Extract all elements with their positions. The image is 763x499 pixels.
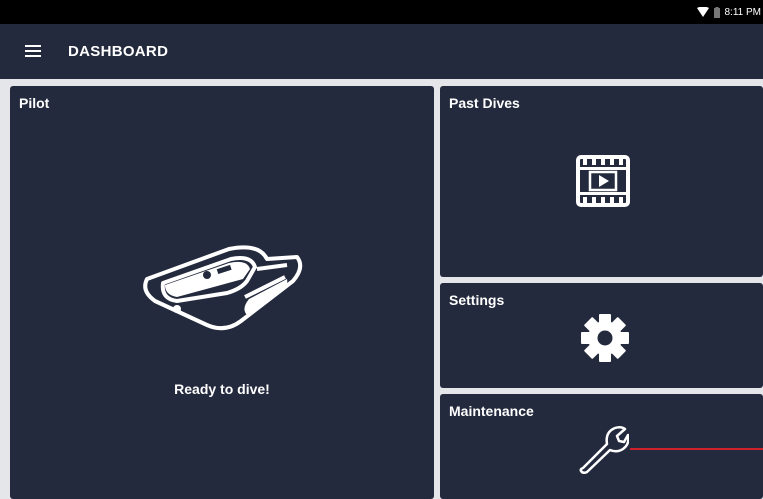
ready-status-text: Ready to dive! bbox=[174, 381, 270, 397]
hamburger-menu-icon bbox=[25, 45, 41, 57]
rov-drone-icon bbox=[143, 245, 303, 331]
wrench-icon bbox=[579, 425, 629, 474]
wifi-icon bbox=[696, 7, 709, 17]
pilot-card[interactable]: Pilot Ready to dive! bbox=[10, 86, 434, 499]
film-play-icon bbox=[576, 155, 630, 207]
status-time: 8:11 PM bbox=[724, 6, 762, 18]
status-bar: 8:11 PM bbox=[0, 0, 763, 24]
maintenance-card-title: Maintenance bbox=[449, 403, 534, 419]
past-dives-card[interactable]: Past Dives bbox=[440, 86, 763, 277]
past-dives-card-title: Past Dives bbox=[449, 95, 520, 111]
status-icons: 8:11 PM bbox=[696, 0, 763, 24]
battery-icon bbox=[713, 6, 720, 18]
app-bar: DASHBOARD bbox=[0, 24, 763, 79]
settings-card-title: Settings bbox=[449, 292, 505, 308]
maintenance-card[interactable]: Maintenance bbox=[440, 394, 763, 499]
gear-icon bbox=[581, 314, 629, 362]
menu-button[interactable] bbox=[25, 44, 47, 62]
page-title: DASHBOARD bbox=[68, 43, 169, 60]
pilot-card-title: Pilot bbox=[19, 95, 50, 111]
settings-card[interactable]: Settings bbox=[440, 283, 763, 388]
accent-line bbox=[630, 448, 763, 450]
